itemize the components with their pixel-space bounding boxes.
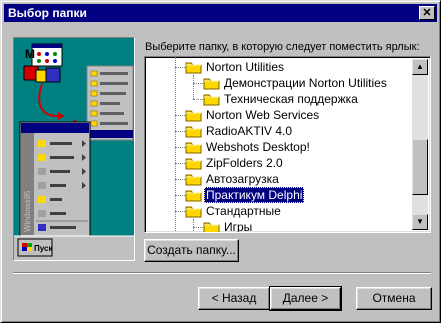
tree-item-label: Norton Utilities <box>206 60 285 74</box>
scroll-up-button[interactable]: ▲ <box>412 59 428 75</box>
prompt-label: Выберите папку, в которую следует помест… <box>145 41 420 53</box>
tree-item-label: Демонстрации Norton Utilities <box>224 76 387 90</box>
window-title: Выбор папки <box>8 6 87 20</box>
folder-tree[interactable]: Norton Utilities Демонстрации Norton Util… <box>144 56 431 233</box>
tree-connector <box>193 227 203 228</box>
tree-item-label: Norton Web Services <box>206 108 320 122</box>
tree-connector <box>193 83 203 84</box>
separator <box>13 272 431 274</box>
tree-item-label: Игры <box>224 220 253 233</box>
folder-icon <box>203 76 220 90</box>
tree-item-label: Стандартные <box>206 204 281 218</box>
tree-connector <box>193 219 194 232</box>
folder-icon <box>185 124 202 138</box>
tree-connector <box>175 211 185 212</box>
wizard-illustration: M Windows95 Пуск <box>13 37 135 261</box>
folder-icon <box>185 140 202 154</box>
folder-icon <box>185 156 202 170</box>
folder-icon <box>185 108 202 122</box>
start-menu-illustration: M Windows95 Пуск <box>14 43 134 260</box>
taskbar: Пуск <box>14 235 134 260</box>
folder-icon <box>185 204 202 218</box>
folder-icon <box>203 220 220 232</box>
tree-connector <box>193 99 203 100</box>
scroll-down-button[interactable]: ▼ <box>412 214 428 230</box>
next-label: Далее > <box>282 291 329 305</box>
svg-text:M: M <box>25 47 35 61</box>
program-icon: M <box>23 43 63 83</box>
next-button[interactable]: Далее > <box>269 286 342 311</box>
back-button[interactable]: < Назад <box>198 287 270 310</box>
create-folder-label: Создать папку... <box>147 243 236 257</box>
cancel-label: Отмена <box>372 291 416 305</box>
tree-connector <box>193 75 194 99</box>
start-menu: Windows95 <box>19 121 91 237</box>
close-button[interactable]: ✕ <box>419 6 435 20</box>
folder-icon <box>185 60 202 74</box>
cancel-button[interactable]: Отмена <box>356 287 432 310</box>
tree-connector <box>175 57 176 232</box>
tree-item-label: Автозагрузка <box>206 172 279 186</box>
dialog-window: Выбор папки ✕ M Windows95 Пуск Выберите … <box>0 0 441 323</box>
tree-scrollbar[interactable]: ▲ ▼ <box>412 59 428 230</box>
tree-item-label: RadioAKTIV 4.0 <box>206 124 293 138</box>
side-banner: Windows95 <box>23 190 32 232</box>
tree-connector <box>175 115 185 116</box>
tree-item-label: Практикум Delphi <box>204 187 305 203</box>
folder-icon <box>185 188 202 202</box>
tree-connector <box>175 131 185 132</box>
close-icon: ✕ <box>422 7 432 19</box>
submenu-panel <box>86 65 134 141</box>
folder-icon <box>185 172 202 186</box>
tree-connector <box>175 195 185 196</box>
tree-connector <box>175 179 185 180</box>
tree-item-label: Webshots Desktop! <box>206 140 310 154</box>
tree-item-label: Техническая поддержка <box>224 92 358 106</box>
folder-icon <box>203 92 220 106</box>
tree-connector <box>175 67 185 68</box>
scroll-thumb[interactable] <box>412 139 428 195</box>
create-folder-button[interactable]: Создать папку... <box>144 239 239 262</box>
tree-connector <box>175 163 185 164</box>
tree-connector <box>175 147 185 148</box>
tree-item-label: ZipFolders 2.0 <box>206 156 283 170</box>
title-bar: Выбор папки ✕ <box>4 4 437 22</box>
start-label: Пуск <box>34 244 53 253</box>
back-label: < Назад <box>211 291 257 305</box>
